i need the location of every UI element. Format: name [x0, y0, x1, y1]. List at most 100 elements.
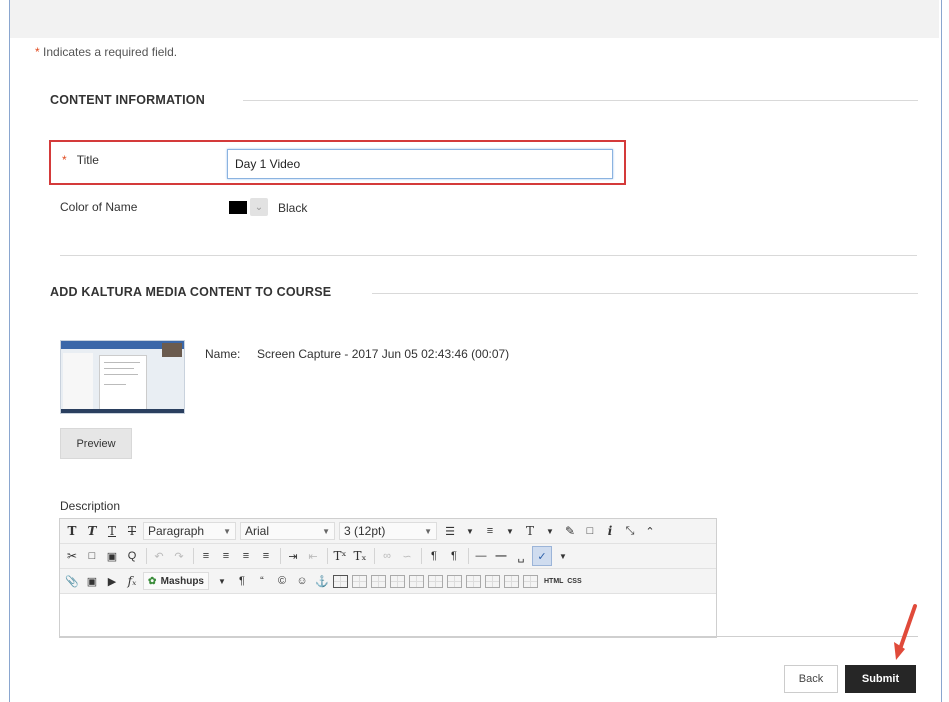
- toolbar-separator: [193, 548, 194, 564]
- footer-divider: [60, 636, 918, 637]
- align-left-icon[interactable]: ≡: [197, 547, 215, 565]
- numbered-list-icon[interactable]: ≡: [481, 522, 499, 540]
- paragraph-format-select[interactable]: Paragraph ▼: [143, 522, 236, 540]
- back-button[interactable]: Back: [784, 665, 838, 693]
- html-source-button[interactable]: HTML: [544, 572, 563, 590]
- row-before-icon[interactable]: [371, 574, 386, 588]
- cut-icon[interactable]: ✂: [63, 547, 81, 565]
- editor-toolbar-row-1: T T T T Paragraph ▼ Arial ▼ 3 (12pt) ▼ ☰ ▼ ≡…: [60, 519, 716, 544]
- thumbnail-sidebar: [63, 353, 93, 411]
- align-right-icon[interactable]: ≡: [237, 547, 255, 565]
- collapse-toolbar-icon[interactable]: ⌃: [641, 522, 659, 540]
- font-family-select[interactable]: Arial ▼: [240, 522, 335, 540]
- cell-properties-icon[interactable]: [523, 574, 538, 588]
- color-swatch: [229, 201, 247, 214]
- title-label: * Title: [62, 153, 99, 167]
- chevron-down-icon[interactable]: ▼: [554, 547, 572, 565]
- insert-table-icon[interactable]: [333, 574, 348, 588]
- horizontal-rule-icon[interactable]: —: [472, 547, 490, 565]
- media-thumbnail[interactable]: [60, 340, 185, 414]
- row-after-icon[interactable]: [390, 574, 405, 588]
- toolbar-separator: [421, 548, 422, 564]
- align-center-icon[interactable]: ≡: [217, 547, 235, 565]
- media-name-label: Name:: [205, 347, 241, 361]
- chevron-down-icon[interactable]: ▼: [501, 522, 519, 540]
- color-picker[interactable]: ⌄: [227, 198, 271, 218]
- attach-file-icon[interactable]: 📎: [63, 572, 81, 590]
- delete-column-icon[interactable]: [466, 574, 481, 588]
- underline-icon[interactable]: T: [103, 522, 121, 540]
- insert-image-icon[interactable]: ▣: [83, 572, 101, 590]
- paragraph-mark-icon[interactable]: ¶: [233, 572, 251, 590]
- submit-button[interactable]: Submit: [845, 665, 916, 693]
- merge-cells-icon[interactable]: [504, 574, 519, 588]
- paste-icon[interactable]: ▣: [103, 547, 121, 565]
- split-cells-icon[interactable]: [485, 574, 500, 588]
- bullet-list-icon[interactable]: ☰: [441, 522, 459, 540]
- chevron-down-icon[interactable]: ▼: [541, 522, 559, 540]
- ltr-paragraph-icon[interactable]: ¶: [425, 547, 443, 565]
- emoticon-icon[interactable]: ☺: [293, 572, 311, 590]
- rtl-paragraph-icon[interactable]: ¶: [445, 547, 463, 565]
- outdent-icon[interactable]: ⇤: [304, 547, 322, 565]
- toolbar-separator: [146, 548, 147, 564]
- preview-button[interactable]: Preview: [60, 428, 132, 459]
- mashups-select[interactable]: ✿ Mashups: [143, 572, 209, 590]
- mashups-label: Mashups: [160, 575, 204, 587]
- info-icon[interactable]: i: [601, 522, 619, 540]
- undo-icon[interactable]: ↶: [150, 547, 168, 565]
- blockquote-icon[interactable]: “: [253, 572, 271, 590]
- section-divider: [372, 293, 918, 294]
- table-properties-icon[interactable]: [352, 574, 367, 588]
- toolbar-separator: [280, 548, 281, 564]
- chevron-down-icon: ▼: [424, 526, 432, 536]
- thick-rule-icon[interactable]: —: [492, 547, 510, 565]
- preview-monitor-icon[interactable]: □: [581, 522, 599, 540]
- chevron-down-icon[interactable]: ⌄: [250, 198, 268, 216]
- unlink-icon[interactable]: ∽: [398, 547, 416, 565]
- superscript-icon[interactable]: Tˣ: [331, 547, 349, 565]
- divider: [60, 255, 917, 256]
- spellcheck-icon[interactable]: ✓: [532, 546, 552, 566]
- red-arrow-annotation: [894, 604, 917, 660]
- math-formula-icon[interactable]: fₓ: [123, 572, 141, 590]
- redo-icon[interactable]: ↷: [170, 547, 188, 565]
- highlight-pen-icon[interactable]: ✎: [561, 522, 579, 540]
- title-input[interactable]: [227, 149, 613, 179]
- align-justify-icon[interactable]: ≡: [257, 547, 275, 565]
- color-of-name-label: Color of Name: [60, 200, 138, 214]
- copy-icon[interactable]: □: [83, 547, 101, 565]
- strikethrough-icon[interactable]: T: [123, 522, 141, 540]
- paragraph-format-value: Paragraph: [148, 524, 205, 538]
- bold-icon[interactable]: T: [63, 522, 81, 540]
- fullscreen-icon[interactable]: ⤡: [621, 522, 639, 540]
- column-before-icon[interactable]: [428, 574, 443, 588]
- thumbnail-page: [99, 355, 147, 413]
- toolbar-separator: [468, 548, 469, 564]
- required-star: *: [62, 153, 67, 167]
- title-label-text: Title: [76, 153, 99, 167]
- subscript-icon[interactable]: Tₓ: [351, 547, 369, 565]
- chevron-down-icon: ▼: [322, 526, 330, 536]
- copyright-symbol-icon[interactable]: ©: [273, 572, 291, 590]
- nonbreaking-space-icon[interactable]: ␣: [512, 547, 530, 565]
- description-editor[interactable]: T T T T Paragraph ▼ Arial ▼ 3 (12pt) ▼ ☰ ▼ ≡…: [59, 518, 717, 638]
- insert-media-icon[interactable]: ▶: [103, 572, 121, 590]
- indent-icon[interactable]: ⇥: [284, 547, 302, 565]
- description-label: Description: [60, 499, 121, 513]
- css-button[interactable]: CSS: [565, 572, 583, 590]
- thumbnail-line: [104, 368, 134, 369]
- delete-row-icon[interactable]: [409, 574, 424, 588]
- chevron-down-icon[interactable]: ▼: [213, 572, 231, 590]
- font-size-select[interactable]: 3 (12pt) ▼: [339, 522, 437, 540]
- text-color-icon[interactable]: T: [521, 522, 539, 540]
- chevron-down-icon[interactable]: ▼: [461, 522, 479, 540]
- thumbnail-line: [104, 362, 140, 363]
- link-icon[interactable]: ∞: [378, 547, 396, 565]
- anchor-icon[interactable]: ⚓: [313, 572, 331, 590]
- italic-icon[interactable]: T: [83, 522, 101, 540]
- font-size-value: 3 (12pt): [344, 524, 386, 538]
- webcam-overlay: [162, 343, 182, 357]
- find-icon[interactable]: Q: [123, 547, 141, 565]
- column-after-icon[interactable]: [447, 574, 462, 588]
